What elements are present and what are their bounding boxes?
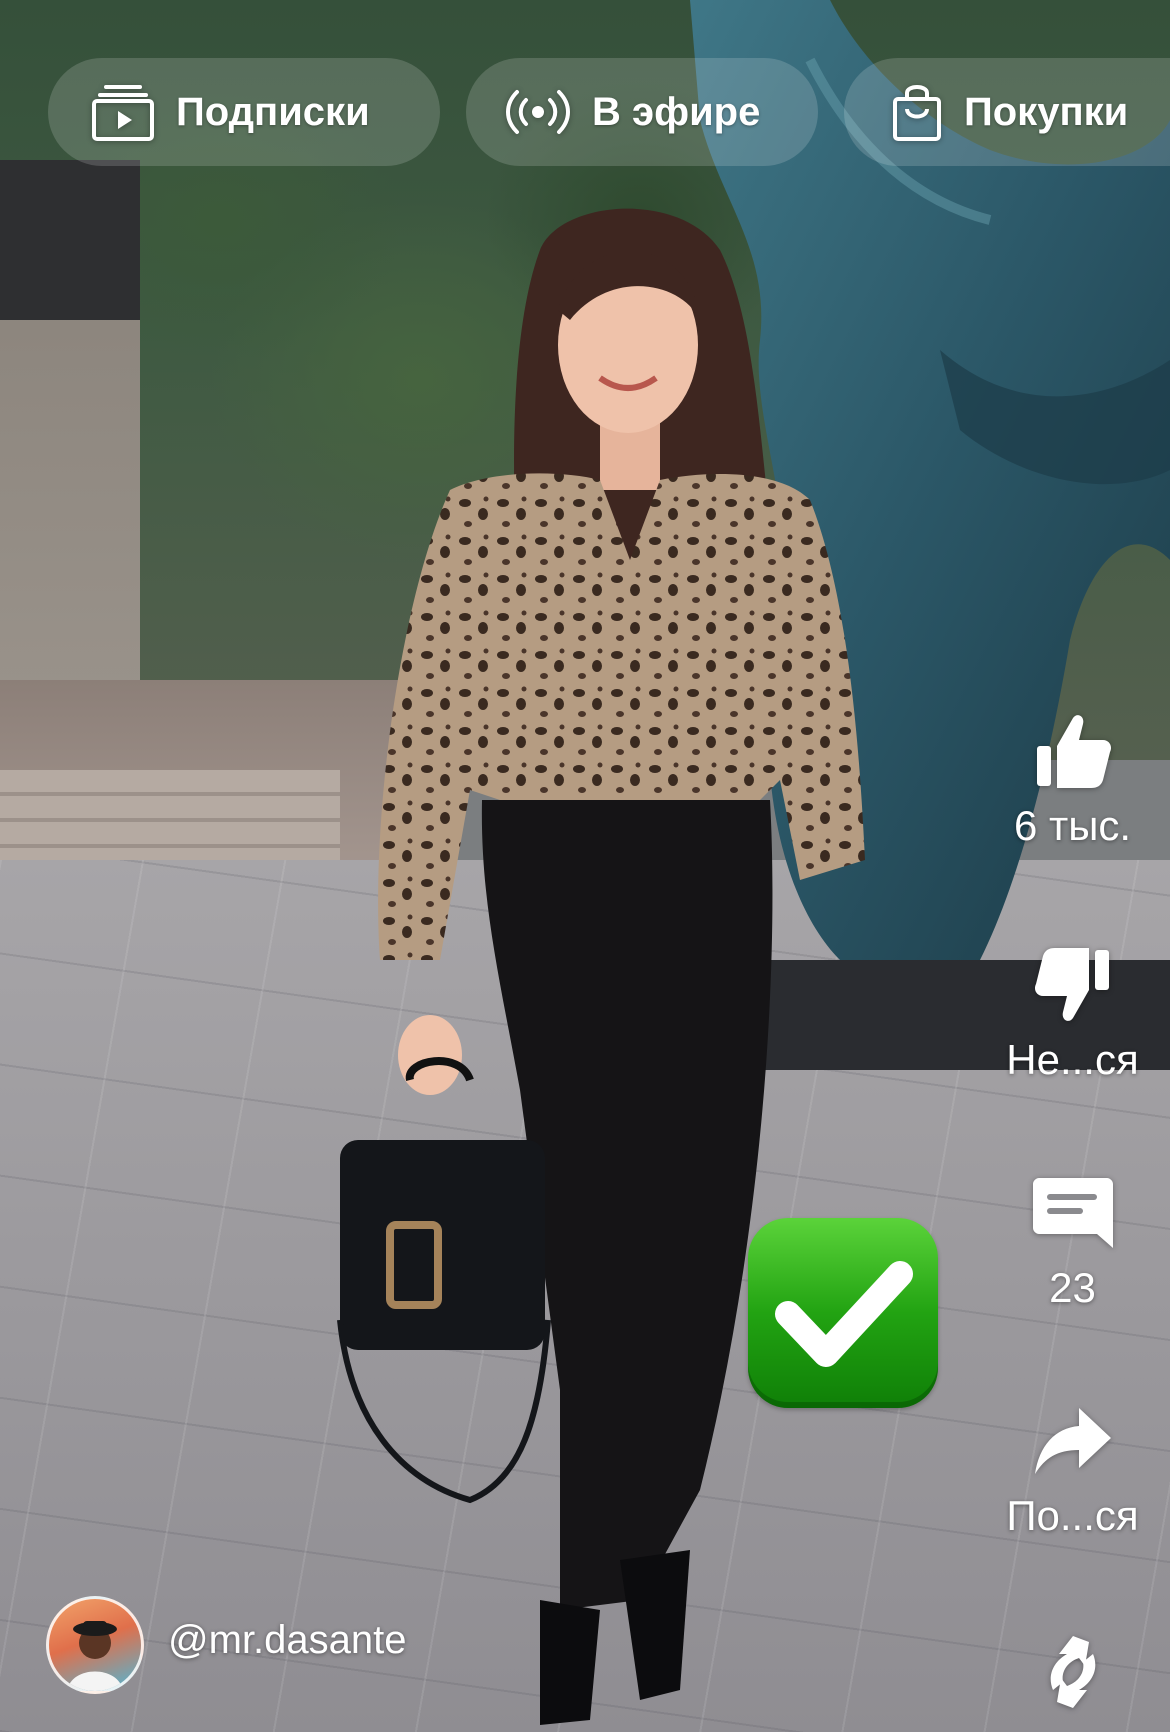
share-label: По...ся [1006, 1492, 1139, 1539]
tab-shopping-label: Покупки [964, 89, 1129, 134]
share-button[interactable]: По...ся [985, 1402, 1160, 1540]
tab-shopping[interactable]: Покупки [844, 58, 1170, 166]
like-button[interactable]: 6 тыс. [985, 712, 1160, 850]
like-count: 6 тыс. [1013, 802, 1132, 849]
share-icon [1034, 1408, 1111, 1474]
shopping-bag-icon [892, 83, 942, 141]
tab-live-label: В эфире [592, 89, 761, 134]
thumbs-down-icon [1034, 948, 1109, 1021]
thumbs-up-icon [1036, 715, 1111, 788]
live-broadcast-icon [506, 88, 570, 136]
tab-live[interactable]: В эфире [466, 58, 818, 166]
comments-button[interactable]: 23 [985, 1174, 1160, 1312]
comment-icon [1032, 1178, 1113, 1248]
remix-button[interactable] [985, 1632, 1160, 1712]
author-handle[interactable]: @mr.dasante [168, 1618, 407, 1663]
tab-subscriptions-label: Подписки [176, 89, 370, 134]
comments-count: 23 [1049, 1264, 1096, 1311]
tab-subscriptions[interactable]: Подписки [48, 58, 440, 166]
check-mark-button-emoji [748, 1218, 938, 1408]
remix-icon [1050, 1636, 1095, 1708]
author-avatar[interactable] [46, 1596, 144, 1694]
subscriptions-icon [92, 83, 154, 141]
dislike-label: Не...ся [1006, 1036, 1139, 1083]
dislike-button[interactable]: Не...ся [985, 946, 1160, 1084]
